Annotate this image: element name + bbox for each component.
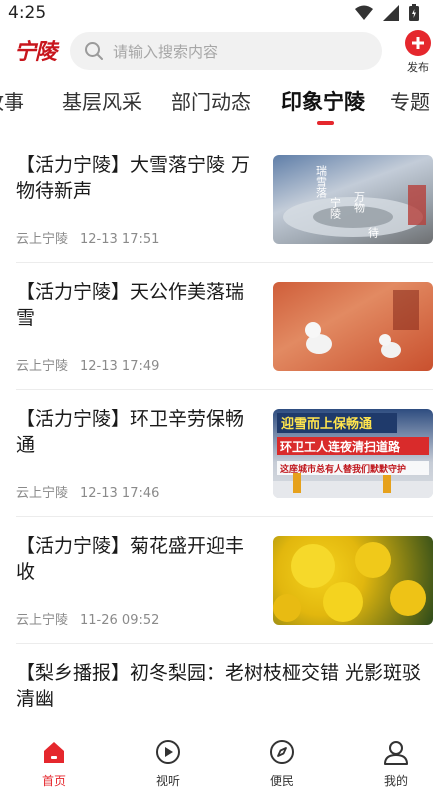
- status-icons: [355, 4, 419, 21]
- nav-home-label: 首页: [41, 774, 66, 788]
- news-meta: 云上宁陵 12-13 17:46: [16, 482, 159, 501]
- news-source: 云上宁陵: [16, 232, 69, 247]
- news-meta: 云上宁陵 11-26 09:52: [16, 609, 159, 628]
- compass-icon: [270, 740, 294, 764]
- news-source: 云上宁陵: [16, 613, 69, 628]
- news-title: 【活力宁陵】天公作美落瑞雪: [16, 281, 245, 329]
- nav-profile[interactable]: 我的: [366, 738, 426, 789]
- news-meta: 云上宁陵 12-13 17:49: [16, 355, 159, 374]
- news-time: 12-13 17:49: [80, 359, 160, 374]
- signal-icon: [383, 4, 399, 21]
- user-icon: [384, 741, 408, 765]
- nav-services[interactable]: 便民: [252, 738, 312, 789]
- home-icon: [44, 742, 64, 763]
- tab-grassroots[interactable]: 基层风采: [62, 86, 142, 115]
- thumbnail-image: 迎雪而上保畅通 环卫工人连夜清扫道路 这座城市总有人替我们默默守护: [273, 413, 433, 498]
- news-thumbnail: 瑞雪落 宁陵 万物 待: [273, 155, 433, 244]
- status-bar: 4:25: [0, 0, 447, 26]
- news-thumbnail: [273, 282, 433, 371]
- active-tab-indicator: [317, 121, 334, 125]
- tab-impression-ningling[interactable]: 印象宁陵: [281, 86, 365, 116]
- news-thumbnail: 迎雪而上保畅通 环卫工人连夜清扫道路 这座城市总有人替我们默默守护: [273, 409, 433, 498]
- search-input[interactable]: 请输入搜索内容: [70, 32, 382, 70]
- app-logo: 宁陵: [14, 39, 57, 65]
- thumb-text: 万物: [353, 191, 366, 213]
- news-title: 【活力宁陵】菊花盛开迎丰收: [16, 535, 245, 583]
- nav-media-label: 视听: [155, 774, 180, 788]
- news-title: 【梨乡播报】初冬梨园：老树枝桠交错 光影斑驳清幽: [16, 662, 422, 710]
- thumb-text: 待: [367, 226, 380, 239]
- publish-label: 发布: [407, 61, 429, 74]
- news-title: 【活力宁陵】环卫辛劳保畅通: [16, 408, 245, 456]
- category-tabs: 故事 基层风采 部门动态 印象宁陵 专题: [0, 80, 447, 126]
- search-placeholder: 请输入搜索内容: [113, 42, 219, 61]
- bottom-nav: 首页 视听 便民 我的: [0, 728, 447, 798]
- play-circle-icon: [156, 740, 180, 764]
- nav-profile-label: 我的: [383, 774, 408, 788]
- news-item[interactable]: 【活力宁陵】菊花盛开迎丰收 云上宁陵 11-26 09:52: [16, 517, 433, 644]
- app-header: 宁陵 请输入搜索内容 发布: [0, 26, 447, 76]
- nav-services-label: 便民: [269, 774, 294, 788]
- news-meta: 云上宁陵 12-13 17:51: [16, 228, 159, 247]
- nav-home[interactable]: 首页: [24, 738, 84, 789]
- tab-special-topics[interactable]: 专题: [390, 86, 430, 115]
- news-item[interactable]: 【活力宁陵】大雪落宁陵 万物待新声 云上宁陵 12-13 17:51 瑞雪落 宁陵…: [16, 136, 433, 263]
- news-item[interactable]: 【活力宁陵】环卫辛劳保畅通 云上宁陵 12-13 17:46 迎雪而上保畅通 环卫…: [16, 390, 433, 517]
- news-source: 云上宁陵: [16, 359, 69, 374]
- news-thumbnail: [273, 536, 433, 625]
- news-source: 云上宁陵: [16, 486, 69, 501]
- thumb-text: 瑞雪落: [315, 164, 328, 199]
- thumbnail-image: 瑞雪落 宁陵 万物 待: [283, 164, 426, 239]
- news-time: 11-26 09:52: [80, 613, 160, 628]
- battery-icon: [409, 4, 419, 21]
- plus-icon: [405, 30, 431, 56]
- news-time: 12-13 17:46: [80, 486, 160, 501]
- news-time: 12-13 17:51: [80, 232, 160, 247]
- status-time: 4:25: [8, 3, 47, 23]
- news-title: 【活力宁陵】大雪落宁陵 万物待新声: [16, 154, 251, 202]
- thumbnail-image: [305, 290, 419, 358]
- wifi-icon: [355, 5, 373, 20]
- publish-button[interactable]: 发布: [400, 30, 436, 76]
- thumb-text: 迎雪而上保畅通: [281, 416, 372, 432]
- search-icon: [85, 42, 103, 60]
- news-item[interactable]: 【活力宁陵】天公作美落瑞雪 云上宁陵 12-13 17:49: [16, 263, 433, 390]
- thumb-text: 环卫工人连夜清扫道路: [280, 439, 401, 454]
- nav-media[interactable]: 视听: [138, 738, 198, 789]
- thumb-text: 宁陵: [329, 196, 342, 220]
- tab-department-news[interactable]: 部门动态: [171, 86, 251, 115]
- tab-stories[interactable]: 故事: [0, 86, 24, 115]
- thumbnail-image: [273, 542, 426, 622]
